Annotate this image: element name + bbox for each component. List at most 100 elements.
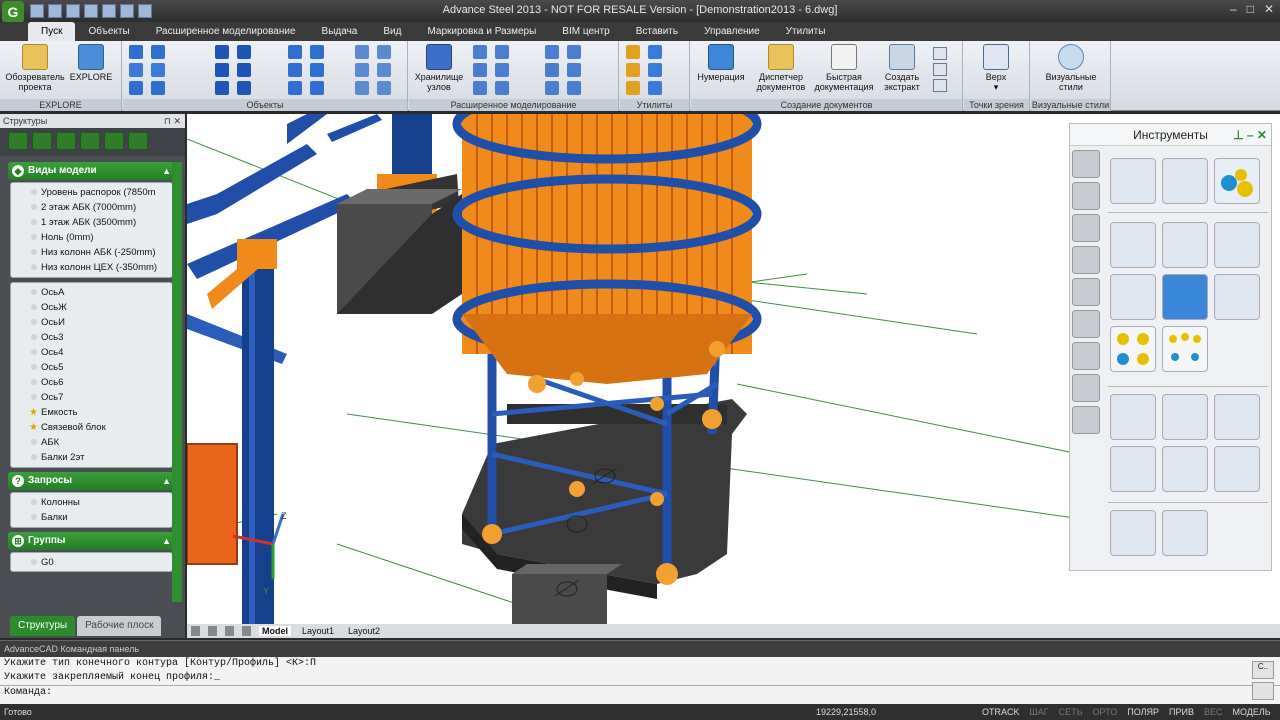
move-block-tool-button[interactable] xyxy=(1214,222,1260,268)
beam-category-icon[interactable] xyxy=(1072,374,1100,402)
triangle-icon[interactable] xyxy=(288,63,302,77)
list-item[interactable]: Связевой блок xyxy=(11,420,172,435)
plate-icon[interactable] xyxy=(129,63,143,77)
list-item[interactable]: 1 этаж АБК (3500mm) xyxy=(11,215,172,230)
section-groups[interactable]: ⊞ Группы ▲ xyxy=(8,532,177,550)
filter-category-icon[interactable] xyxy=(1072,310,1100,338)
query-icon[interactable] xyxy=(80,132,100,150)
i-beam-icon[interactable] xyxy=(151,81,165,95)
tab-output[interactable]: Выдача xyxy=(309,22,371,41)
tab-insert[interactable]: Вставить xyxy=(623,22,691,41)
plate-category-icon[interactable] xyxy=(1072,278,1100,306)
document-manager-button[interactable]: Диспетчер документов xyxy=(751,44,811,92)
toggle-otrack[interactable]: OTRACK xyxy=(982,704,1020,720)
column-icon[interactable] xyxy=(151,45,165,59)
tab-layout1[interactable]: Layout1 xyxy=(299,626,337,636)
command-options-button[interactable]: C.. xyxy=(1252,661,1274,679)
bolt-pattern-b-tool-button[interactable] xyxy=(1162,394,1208,440)
eye-icon[interactable] xyxy=(128,132,148,150)
folded-plate-icon[interactable] xyxy=(310,63,324,77)
list-item[interactable]: Низ колонн ЦЕХ (-350mm) xyxy=(11,260,172,275)
grid-f-icon[interactable] xyxy=(377,81,391,95)
rail-category-icon[interactable] xyxy=(1072,406,1100,434)
square-plate-icon[interactable] xyxy=(288,45,302,59)
camera-b-tool-button[interactable] xyxy=(1162,510,1208,556)
connection-l-icon[interactable] xyxy=(567,81,581,95)
grid-b-icon[interactable] xyxy=(377,45,391,59)
stamp-category-icon[interactable] xyxy=(1072,214,1100,242)
beam-icon[interactable] xyxy=(129,45,143,59)
shear-stud-icon[interactable] xyxy=(237,63,251,77)
tab-objects[interactable]: Объекты xyxy=(75,22,142,41)
list-item[interactable]: Низ колонн АБК (-250mm) xyxy=(11,245,172,260)
connection-f-icon[interactable] xyxy=(495,81,509,95)
utility-e-icon[interactable] xyxy=(626,81,640,95)
connection-j-icon[interactable] xyxy=(567,63,581,77)
explore-button[interactable]: EXPLORE xyxy=(68,44,114,82)
dxf-icon[interactable] xyxy=(933,63,947,76)
tab-bim[interactable]: BIM центр xyxy=(549,22,622,41)
tab-model[interactable]: Model xyxy=(259,626,291,636)
weld-pattern-a-tool-button[interactable] xyxy=(1110,446,1156,492)
create-extract-button[interactable]: Создать экстракт xyxy=(877,44,927,92)
utility-b-icon[interactable] xyxy=(648,45,662,59)
joint-library-button[interactable]: Хранилище узлов xyxy=(411,44,467,92)
top-view-button[interactable]: Верх ▾ xyxy=(970,44,1022,92)
weld-pattern-c-tool-button[interactable] xyxy=(1214,446,1260,492)
cube-tool-button[interactable] xyxy=(1162,274,1208,320)
clone-tool-button[interactable] xyxy=(1162,158,1208,204)
connection-g-icon[interactable] xyxy=(545,45,559,59)
utility-f-icon[interactable] xyxy=(648,81,662,95)
properties-tool-button[interactable] xyxy=(1110,158,1156,204)
close-button[interactable]: ✕ xyxy=(1264,2,1274,16)
grid-e-icon[interactable] xyxy=(355,81,369,95)
list-icon[interactable] xyxy=(933,79,947,92)
connection-b-icon[interactable] xyxy=(495,45,509,59)
connection-e-icon[interactable] xyxy=(473,81,487,95)
dome-icon[interactable] xyxy=(310,81,324,95)
bolt-icon[interactable] xyxy=(215,45,229,59)
print-structure-icon[interactable] xyxy=(56,132,76,150)
move-column-tool-button[interactable] xyxy=(1110,222,1156,268)
connection-k-icon[interactable] xyxy=(545,81,559,95)
tab-labels-dimensions[interactable]: Маркировка и Размеры xyxy=(414,22,549,41)
weld-icon[interactable] xyxy=(237,45,251,59)
toggle-osnap[interactable]: ПРИВ xyxy=(1169,704,1194,720)
panel-scrollbar[interactable] xyxy=(172,162,182,602)
tab-view[interactable]: Вид xyxy=(370,22,414,41)
pencil-category-icon[interactable] xyxy=(1072,150,1100,178)
grid-c-icon[interactable] xyxy=(355,63,369,77)
tab-work-planes[interactable]: Рабочие плоск xyxy=(77,616,162,636)
connection-d-icon[interactable] xyxy=(495,63,509,77)
connection-c-icon[interactable] xyxy=(473,63,487,77)
connection-i-icon[interactable] xyxy=(545,63,559,77)
anchor-icon[interactable] xyxy=(215,63,229,77)
camera-tool-button[interactable] xyxy=(1110,510,1156,556)
wrench-category-icon[interactable] xyxy=(1072,182,1100,210)
quick-documents-button[interactable]: Быстрая документация xyxy=(813,44,875,92)
bolt-pattern-c-tool-button[interactable] xyxy=(1214,394,1260,440)
command-input[interactable]: Команда: xyxy=(0,685,1280,700)
add-icon[interactable] xyxy=(32,132,52,150)
utility-a-icon[interactable] xyxy=(626,45,640,59)
toggle-snap[interactable]: ШАГ xyxy=(1030,704,1049,720)
curved-beam-icon[interactable] xyxy=(129,81,143,95)
utility-c-icon[interactable] xyxy=(626,63,640,77)
first-layout-icon[interactable] xyxy=(191,626,200,636)
minimize-button[interactable]: – xyxy=(1230,2,1237,16)
bracket-category-icon[interactable] xyxy=(1072,342,1100,370)
tab-layout2[interactable]: Layout2 xyxy=(345,626,383,636)
last-layout-icon[interactable] xyxy=(242,626,251,636)
grid-d-icon[interactable] xyxy=(377,63,391,77)
grid-a-icon[interactable] xyxy=(355,45,369,59)
connection-h-icon[interactable] xyxy=(567,45,581,59)
tab-advanced-modeling[interactable]: Расширенное моделирование xyxy=(143,22,309,41)
move-plate-tool-button[interactable] xyxy=(1162,222,1208,268)
scatter-points-tool-button[interactable] xyxy=(1162,326,1208,372)
list-item[interactable]: АБК xyxy=(11,435,172,450)
utility-d-icon[interactable] xyxy=(648,63,662,77)
list-item[interactable]: Ноль (0mm) xyxy=(11,230,172,245)
axes-category-icon[interactable] xyxy=(1072,246,1100,274)
list-item[interactable]: Ось6 xyxy=(11,375,172,390)
profile-icon[interactable] xyxy=(151,63,165,77)
